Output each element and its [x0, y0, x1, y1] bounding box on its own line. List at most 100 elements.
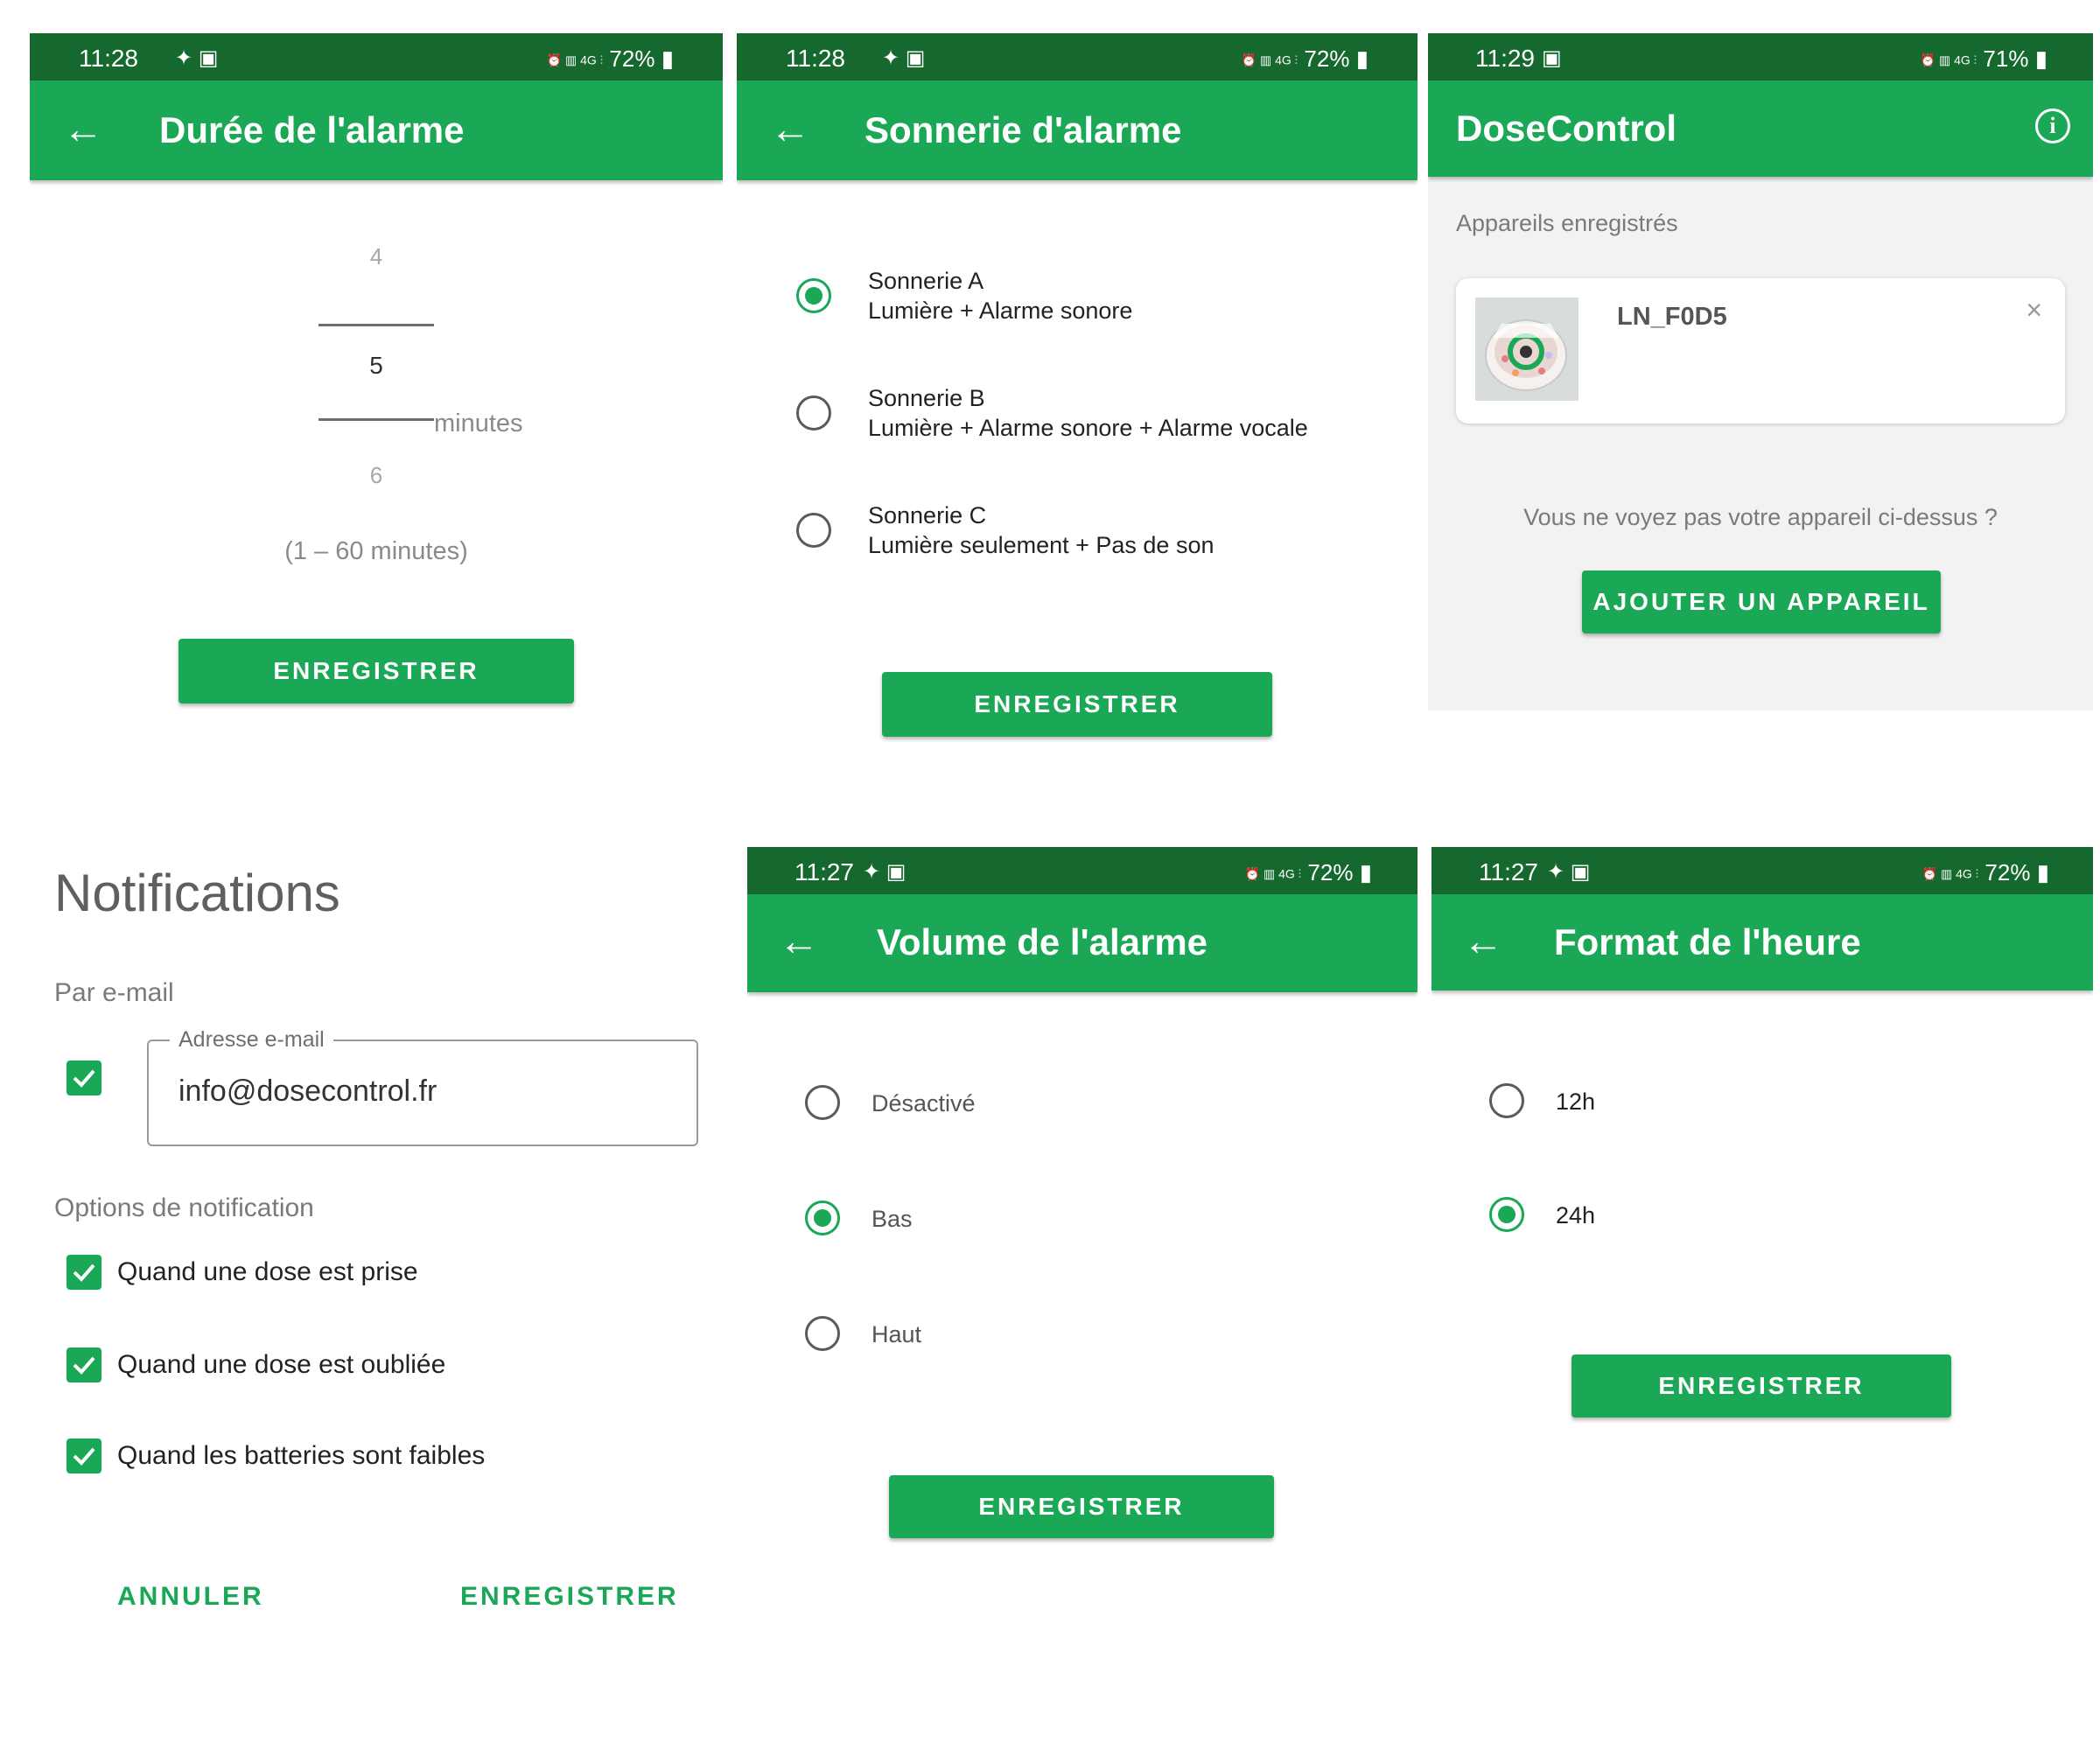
email-checkbox[interactable] [66, 1060, 102, 1096]
option-label: Haut [872, 1321, 922, 1348]
status-notification-icons: ✦ ▣ [1547, 860, 1591, 884]
close-icon[interactable]: × [2026, 294, 2042, 326]
radio-option-off[interactable]: Désactivé [805, 1085, 1330, 1124]
option-label: Quand une dose est prise [117, 1257, 418, 1286]
option-description: Lumière seulement + Pas de son [868, 532, 1214, 558]
status-right: ⏰ ▥ 4G ⫶ 72% ▮ [1242, 46, 1368, 73]
screen-alarm-duration: 11:28 ✦ ▣ ⏰ ▥ 4G ⫶ 72% ▮ ← Durée de l'al… [30, 33, 723, 760]
status-signal-icons: ⏰ ▥ 4G ⫶ [1920, 52, 1978, 67]
option-label: Quand les batteries sont faibles [117, 1441, 486, 1470]
status-time: 11:29 [1475, 45, 1535, 72]
page-title: Format de l'heure [1554, 921, 1861, 962]
checkbox-option-low-battery[interactable]: Quand les batteries sont faibles [66, 1438, 696, 1477]
battery-icon: ▮ [1355, 46, 1368, 72]
checkbox[interactable] [66, 1255, 102, 1290]
status-right: ⏰ ▥ 4G ⫶ 72% ▮ [547, 46, 674, 73]
email-input-value[interactable]: info@dosecontrol.fr [178, 1074, 437, 1109]
cancel-button[interactable]: ANNULER [117, 1582, 264, 1612]
option-label: Bas [872, 1206, 913, 1232]
app-title: DoseControl [1456, 108, 1676, 149]
picker-prev-value[interactable]: 4 [318, 243, 434, 270]
radio-option-low[interactable]: Bas [805, 1200, 1330, 1239]
battery-icon: ▮ [2034, 46, 2048, 72]
status-time: 11:27 [794, 858, 854, 886]
status-time: 11:28 [79, 45, 138, 72]
status-bar: 11:27 ✦ ▣ ⏰ ▥ 4G ⫶ 72% ▮ [747, 847, 1418, 894]
screen-devices: 11:29 ▣ ⏰ ▥ 4G ⫶ 71% ▮ DoseControl i App… [1428, 33, 2093, 710]
status-battery: 72% [1307, 859, 1354, 886]
radio-button[interactable] [796, 278, 831, 313]
radio-option-sonnerie-b[interactable]: Sonnerie B Lumière + Alarme sonore + Ala… [796, 383, 1409, 453]
picker-unit: minutes [434, 410, 523, 438]
app-bar: ← Volume de l'alarme [747, 894, 1418, 992]
status-notification-icons: ✦ ▣ [863, 860, 906, 884]
radio-button[interactable] [1489, 1197, 1524, 1232]
info-icon[interactable]: i [2035, 108, 2070, 144]
checkbox-option-dose-missed[interactable]: Quand une dose est oubliée [66, 1348, 696, 1386]
status-right: ⏰ ▥ 4G ⫶ 71% ▮ [1921, 46, 2048, 73]
picker-next-value[interactable]: 6 [318, 462, 434, 489]
radio-option-sonnerie-c[interactable]: Sonnerie C Lumière seulement + Pas de so… [796, 500, 1409, 570]
option-label: Quand une dose est oubliée [117, 1350, 446, 1379]
option-label: Désactivé [872, 1090, 976, 1116]
status-battery: 71% [1983, 46, 2029, 72]
checkmark-icon [73, 1264, 95, 1282]
screen-time-format: 11:27 ✦ ▣ ⏰ ▥ 4G ⫶ 72% ▮ ← Format de l'h… [1432, 847, 2093, 1424]
add-device-button[interactable]: AJOUTER UN APPAREIL [1582, 570, 1941, 634]
checkmark-icon [73, 1447, 95, 1466]
device-thumbnail [1475, 298, 1578, 401]
radio-button[interactable] [796, 396, 831, 430]
email-field[interactable]: Adresse e-mail info@dosecontrol.fr [147, 1027, 698, 1146]
page-title: Notifications [54, 864, 340, 922]
checkbox-option-dose-taken[interactable]: Quand une dose est prise [66, 1255, 696, 1293]
back-arrow-icon[interactable]: ← [1463, 917, 1503, 964]
save-button[interactable]: ENREGISTRER [460, 1582, 679, 1612]
back-arrow-icon[interactable]: ← [779, 917, 819, 964]
status-right: ⏰ ▥ 4G ⫶ 72% ▮ [1922, 859, 2049, 886]
app-bar: ← Format de l'heure [1432, 894, 2093, 990]
radio-option-sonnerie-a[interactable]: Sonnerie A Lumière + Alarme sonore [796, 266, 1409, 336]
back-arrow-icon[interactable]: ← [770, 105, 810, 152]
device-card[interactable]: LN_F0D5 × [1456, 278, 2065, 424]
status-signal-icons: ⏰ ▥ 4G ⫶ [546, 52, 604, 67]
status-bar: 11:28 ✦ ▣ ⏰ ▥ 4G ⫶ 72% ▮ [30, 33, 723, 80]
checkbox[interactable] [66, 1348, 102, 1382]
range-hint: (1 – 60 minutes) [284, 537, 468, 565]
battery-icon: ▮ [2036, 859, 2049, 886]
radio-button[interactable] [805, 1316, 840, 1351]
status-time: 11:28 [786, 45, 845, 72]
battery-icon: ▮ [1359, 859, 1372, 886]
radio-option-12h[interactable]: 12h [1489, 1083, 2014, 1122]
status-signal-icons: ⏰ ▥ 4G ⫶ [1244, 866, 1302, 881]
save-button[interactable]: ENREGISTRER [178, 639, 574, 704]
status-bar: 11:28 ✦ ▣ ⏰ ▥ 4G ⫶ 72% ▮ [737, 33, 1418, 80]
option-name: Sonnerie B [868, 385, 985, 411]
status-time: 11:27 [1479, 858, 1538, 886]
radio-button[interactable] [805, 1200, 840, 1236]
save-button[interactable]: ENREGISTRER [1572, 1354, 1951, 1418]
radio-option-24h[interactable]: 24h [1489, 1197, 2014, 1236]
app-bar: DoseControl i [1428, 80, 2093, 177]
app-bar: ← Sonnerie d'alarme [737, 80, 1418, 180]
status-right: ⏰ ▥ 4G ⫶ 72% ▮ [1245, 859, 1372, 886]
device-name: LN_F0D5 [1617, 303, 1727, 331]
picker-current-value[interactable]: 5 [318, 352, 434, 380]
radio-button[interactable] [805, 1085, 840, 1120]
save-button[interactable]: ENREGISTRER [882, 672, 1272, 737]
radio-button[interactable] [1489, 1083, 1524, 1118]
status-notification-icons: ✦ ▣ [882, 46, 926, 70]
back-arrow-icon[interactable]: ← [63, 105, 103, 152]
radio-button[interactable] [796, 513, 831, 548]
picker-divider-bottom [318, 418, 434, 421]
checkbox[interactable] [66, 1438, 102, 1474]
status-bar: 11:27 ✦ ▣ ⏰ ▥ 4G ⫶ 72% ▮ [1432, 847, 2093, 894]
app-bar: ← Durée de l'alarme [30, 80, 723, 180]
status-battery: 72% [1984, 859, 2031, 886]
screen-alarm-volume: 11:27 ✦ ▣ ⏰ ▥ 4G ⫶ 72% ▮ ← Volume de l'a… [747, 847, 1418, 1547]
screen-notifications: Notifications Par e-mail Adresse e-mail … [30, 831, 730, 1706]
number-picker[interactable]: 4 5 minutes 6 [318, 243, 581, 541]
checkmark-icon [73, 1069, 95, 1088]
save-button[interactable]: ENREGISTRER [889, 1475, 1274, 1538]
status-battery: 72% [1304, 46, 1350, 72]
radio-option-high[interactable]: Haut [805, 1316, 1330, 1354]
